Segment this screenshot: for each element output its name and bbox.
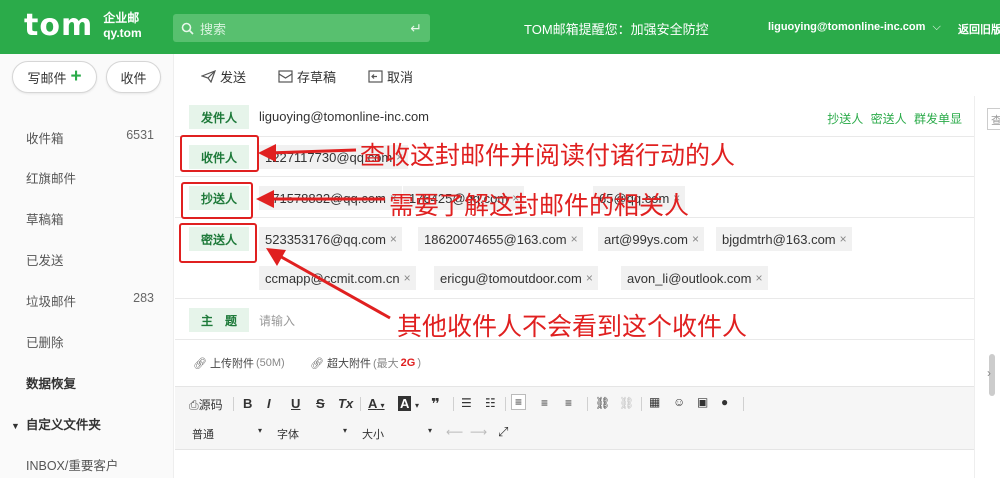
annotation-arrows — [256, 144, 391, 320]
arrow-to — [258, 144, 357, 162]
arrow-bcc — [266, 248, 391, 320]
arrow-cc — [256, 190, 385, 208]
